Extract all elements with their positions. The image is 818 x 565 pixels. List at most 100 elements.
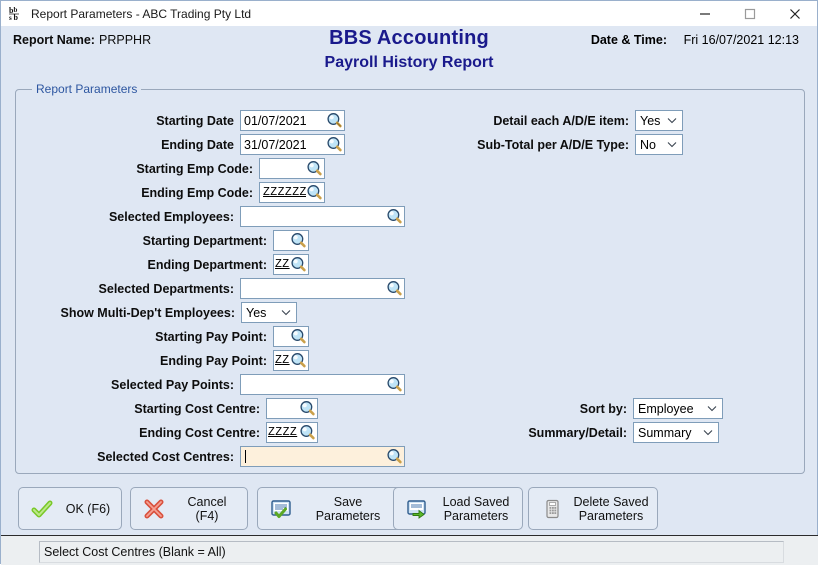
- detail-each-ade-label: Detail each A/D/E item:: [493, 113, 629, 128]
- row-show-multi-dept: Show Multi-Dep't Employees: Yes: [15, 302, 297, 323]
- save-parameters-button-label: Save Parameters: [315, 494, 381, 523]
- search-icon[interactable]: [386, 208, 403, 225]
- sort-by-select[interactable]: Employee: [633, 398, 723, 419]
- ending-pay-point-value: ZZ: [275, 353, 290, 367]
- row-sort-by: Sort by: Employee: [415, 398, 723, 419]
- clipboard-icon: [541, 498, 563, 520]
- show-multi-dept-value: Yes: [246, 305, 267, 320]
- save-parameters-button[interactable]: Save Parameters: [257, 487, 403, 530]
- starting-cost-centre-input[interactable]: [266, 398, 318, 419]
- search-icon[interactable]: [299, 400, 316, 417]
- chevron-down-icon[interactable]: [664, 117, 680, 124]
- chevron-down-icon[interactable]: [700, 429, 716, 436]
- search-icon[interactable]: [386, 280, 403, 297]
- selected-cost-centres-input[interactable]: [240, 446, 405, 467]
- search-icon[interactable]: [326, 112, 343, 129]
- maximize-button[interactable]: [727, 1, 772, 26]
- selected-departments-input[interactable]: [240, 278, 405, 299]
- row-subtotal-per-ade: Sub-Total per A/D/E Type: No: [415, 134, 683, 155]
- starting-date-value: 01/07/2021: [244, 113, 307, 128]
- row-selected-departments: Selected Departments:: [15, 278, 405, 299]
- ending-cost-centre-value: ZZZZ: [268, 425, 298, 439]
- ending-cost-centre-label: Ending Cost Centre:: [139, 425, 260, 440]
- load-saved-parameters-button[interactable]: Load Saved Parameters: [393, 487, 523, 530]
- search-icon[interactable]: [306, 184, 323, 201]
- subtotal-per-ade-label: Sub-Total per A/D/E Type:: [477, 137, 629, 152]
- selected-cost-centres-label: Selected Cost Centres:: [97, 449, 234, 464]
- show-multi-dept-select[interactable]: Yes: [241, 302, 297, 323]
- ending-emp-code-value: ZZZZZZ: [263, 185, 306, 199]
- ending-pay-point-input[interactable]: ZZ: [273, 350, 309, 371]
- delete-saved-parameters-button[interactable]: Delete Saved Parameters: [528, 487, 658, 530]
- search-icon[interactable]: [290, 328, 307, 345]
- summary-detail-value: Summary: [638, 425, 692, 440]
- ending-cost-centre-input[interactable]: ZZZZ: [266, 422, 318, 443]
- ending-emp-code-label: Ending Emp Code:: [141, 185, 253, 200]
- search-icon[interactable]: [386, 376, 403, 393]
- window-title: Report Parameters - ABC Trading Pty Ltd: [31, 6, 252, 21]
- subtotal-per-ade-select[interactable]: No: [635, 134, 683, 155]
- datetime-value: Fri 16/07/2021 12:13: [683, 33, 799, 47]
- row-summary-detail: Summary/Detail: Summary: [415, 422, 719, 443]
- search-icon[interactable]: [386, 448, 403, 465]
- sort-by-value: Employee: [638, 401, 694, 416]
- starting-department-input[interactable]: [273, 230, 309, 251]
- starting-pay-point-input[interactable]: [273, 326, 309, 347]
- load-screen-arrow-icon: [406, 498, 428, 520]
- ending-emp-code-input[interactable]: ZZZZZZ: [259, 182, 325, 203]
- cancel-button[interactable]: Cancel (F4): [130, 487, 248, 530]
- ending-pay-point-label: Ending Pay Point:: [160, 353, 267, 368]
- row-ending-emp-code: Ending Emp Code: ZZZZZZ: [15, 182, 325, 203]
- load-saved-parameters-button-label: Load Saved Parameters: [442, 494, 510, 523]
- ok-button[interactable]: OK (F6): [18, 487, 122, 530]
- detail-each-ade-select[interactable]: Yes: [635, 110, 683, 131]
- ending-department-label: Ending Department:: [147, 257, 267, 272]
- ending-date-input[interactable]: 31/07/2021: [240, 134, 345, 155]
- chevron-down-icon[interactable]: [704, 405, 720, 412]
- ending-department-input[interactable]: ZZ: [273, 254, 309, 275]
- detail-each-ade-value: Yes: [640, 113, 661, 128]
- save-screen-check-icon: [270, 498, 292, 520]
- app-subtitle: Payroll History Report: [324, 54, 494, 71]
- red-x-icon: [143, 498, 165, 520]
- starting-date-input[interactable]: 01/07/2021: [240, 110, 345, 131]
- row-starting-cost-centre: Starting Cost Centre:: [15, 398, 318, 419]
- row-starting-department: Starting Department:: [15, 230, 309, 251]
- search-icon[interactable]: [306, 160, 323, 177]
- subtotal-per-ade-value: No: [640, 137, 656, 152]
- summary-detail-label: Summary/Detail:: [528, 425, 627, 440]
- row-starting-pay-point: Starting Pay Point:: [15, 326, 309, 347]
- title-bar: b b s b Report Parameters - ABC Trading …: [1, 1, 817, 26]
- status-bar-left-edge: [1, 536, 38, 565]
- report-header: Report Name: PRPPHR BBS Accounting Payro…: [1, 26, 817, 83]
- selected-pay-points-input[interactable]: [240, 374, 405, 395]
- row-ending-department: Ending Department: ZZ: [15, 254, 309, 275]
- report-parameters-form: Starting Date 01/07/2021 Ending Date 31/…: [15, 89, 805, 474]
- cancel-button-label: Cancel (F4): [187, 494, 227, 523]
- row-starting-emp-code: Starting Emp Code:: [15, 158, 325, 179]
- selected-employees-input[interactable]: [240, 206, 405, 227]
- search-icon[interactable]: [290, 232, 307, 249]
- button-bar: OK (F6) Cancel (F4) Save Parameters Load…: [1, 483, 818, 535]
- chevron-down-icon[interactable]: [278, 309, 294, 316]
- status-bar: Select Cost Centres (Blank = All): [1, 535, 818, 565]
- summary-detail-select[interactable]: Summary: [633, 422, 719, 443]
- search-icon[interactable]: [326, 136, 343, 153]
- minimize-button[interactable]: [682, 1, 727, 26]
- selected-pay-points-label: Selected Pay Points:: [111, 377, 234, 392]
- status-text: Select Cost Centres (Blank = All): [44, 545, 226, 559]
- ending-date-value: 31/07/2021: [244, 137, 307, 152]
- close-button[interactable]: [772, 1, 817, 26]
- chevron-down-icon[interactable]: [664, 141, 680, 148]
- search-icon[interactable]: [290, 352, 307, 369]
- row-starting-date: Starting Date 01/07/2021: [15, 110, 345, 131]
- row-detail-each-ade: Detail each A/D/E item: Yes: [415, 110, 683, 131]
- row-selected-pay-points: Selected Pay Points:: [15, 374, 405, 395]
- search-icon[interactable]: [299, 424, 316, 441]
- ending-date-label: Ending Date: [161, 137, 234, 152]
- search-icon[interactable]: [290, 256, 307, 273]
- status-message-panel: Select Cost Centres (Blank = All): [39, 541, 784, 563]
- starting-emp-code-input[interactable]: [259, 158, 325, 179]
- report-parameters-window: b b s b Report Parameters - ABC Trading …: [0, 0, 818, 565]
- green-check-icon: [31, 498, 53, 520]
